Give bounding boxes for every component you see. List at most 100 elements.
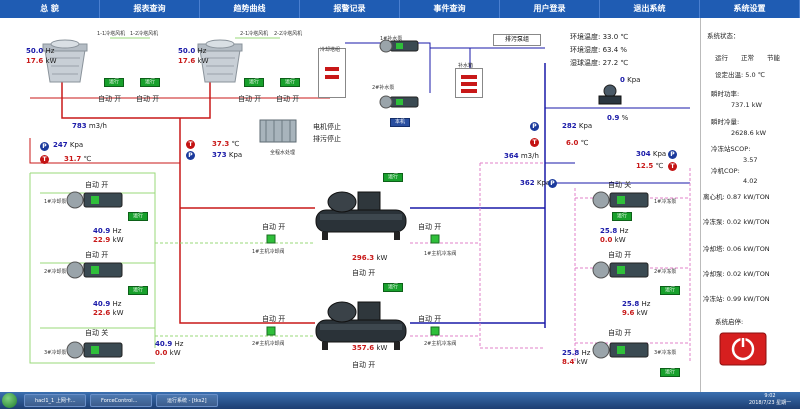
makeup-pump-2[interactable] (378, 94, 423, 110)
cop-label: 冷机COP: (711, 167, 740, 175)
chilled-pump-1-hz: 25.8 Hz (600, 227, 629, 235)
cooling-pump-1-run-button[interactable]: 运行 (128, 212, 148, 221)
tower-tank-label: 冷却塔组 (320, 47, 341, 53)
chiller-1-chilled-valve-label: 1#主机冷冻阀 (424, 251, 457, 257)
local-machine-button[interactable]: 本机 (390, 118, 410, 127)
chilled-pump-3-status: 自动 开 (608, 329, 632, 337)
pressure-indicator-mid: P (186, 151, 195, 160)
menu-trends[interactable]: 趋势曲线 (200, 0, 300, 18)
chiller-1-cooling-valve[interactable] (266, 234, 276, 244)
tower1-fan1-status: 自动 开 (98, 95, 122, 103)
system-status-panel: 系统状态： 运行 正常 节能 设定出温: 5.0 ℃ 瞬时功率: 737.1 k… (700, 18, 800, 392)
system-power-icon[interactable] (719, 332, 767, 366)
drain-pump-group-button[interactable]: 排污泵组 (493, 34, 541, 46)
chilled-pump-3[interactable] (592, 340, 652, 360)
cooling-pump-1-label: 1#冷却泵 (44, 199, 67, 205)
scada-screen: 总 貌 报表查询 趋势曲线 报警记录 事件查询 用户登录 退出系统 系统设置 5… (0, 0, 800, 409)
tower1-fan2-status: 自动 开 (136, 95, 160, 103)
cooling-pump-2-label: 2#冷却泵 (44, 269, 67, 275)
chiller-2-power: 357.6 kW (352, 344, 388, 352)
chiller-1-run-button[interactable]: 运行 (383, 173, 403, 182)
chilled-flow: 364 m3/h (504, 152, 539, 160)
chiller-1-chilled-valve[interactable] (430, 234, 440, 244)
process-canvas: 50.0 Hz 17.6 kW 1-1冷塔风机 1-2冷塔风机 运行 运行 自动… (0, 18, 800, 392)
top-pressure: 0 Kpa (620, 76, 641, 84)
menu-alarms[interactable]: 报警记录 (300, 0, 400, 18)
windows-taskbar: hacl1_1 上网卡... ForceControl... 运行系统 - [t… (0, 392, 800, 409)
cooling-pump-3-label: 3#冷却泵 (44, 350, 67, 356)
cooling-pressure2: 373 Kpa (212, 151, 243, 159)
env-temp: 环境温度: 33.0 ℃ (570, 33, 629, 41)
cooling-pump-2-kw: 22.6 kW (93, 309, 124, 317)
cooling-flow: 783 m3/h (72, 122, 107, 130)
water-treatment-status2: 排污停止 (313, 135, 341, 143)
tower2-fan2-run-button[interactable]: 运行 (280, 78, 300, 87)
chiller-1-status: 自动 开 (352, 269, 376, 277)
scop-value: 3.57 (743, 156, 758, 164)
chilled-pump-3-run-button[interactable]: 运行 (660, 368, 680, 377)
menu-reports[interactable]: 报表查询 (100, 0, 200, 18)
inst-cool: 2628.6 kW (731, 129, 767, 137)
chiller-2-cooling-valve-label: 2#主机冷却阀 (252, 341, 285, 347)
menu-login[interactable]: 用户登录 (500, 0, 600, 18)
start-button[interactable] (2, 393, 17, 408)
chiller-1-chilled-valve-status: 自动 开 (418, 223, 442, 231)
chilled-pump-2[interactable] (592, 260, 652, 280)
chilled-pressure1: 282 Kpa (562, 122, 593, 130)
taskbar-item-2[interactable]: ForceControl... (90, 394, 152, 407)
menu-settings[interactable]: 系统设置 (700, 0, 800, 18)
tower1-kw: 17.6 kW (26, 57, 57, 65)
chiller-2-run-button[interactable]: 运行 (383, 283, 403, 292)
eff-cooling-pump: 冷却泵: 0.02 kW/TON (703, 270, 770, 278)
cooling-pump-3[interactable] (66, 340, 126, 360)
chiller-2-cooling-valve[interactable] (266, 326, 276, 336)
tower-tank (318, 48, 346, 98)
bypass-valve[interactable] (596, 84, 624, 106)
cooling-pump-1[interactable] (66, 190, 126, 210)
chilled-temp1: 6.0 ℃ (566, 139, 589, 147)
makeup-pump-2-label: 2#补水泵 (372, 85, 395, 91)
taskbar-item-1[interactable]: hacl1_1 上网卡... (24, 394, 86, 407)
taskbar-item-3[interactable]: 运行系统 - [tks2] (156, 394, 218, 407)
chilled-pump-1[interactable] (592, 190, 652, 210)
chilled-pump-2-kw: 9.6 kW (622, 309, 648, 317)
chiller-2-status: 自动 开 (352, 361, 376, 369)
chilled-pump-2-status: 自动 开 (608, 251, 632, 259)
cooling-pump-1-hz: 40.9 Hz (93, 227, 122, 235)
eff-centrifugal: 离心机: 0.87 kW/TON (703, 193, 770, 201)
cop-value: 4.02 (743, 177, 758, 185)
chilled-pump-1-kw: 0.0 kW (600, 236, 626, 244)
chilled-pump-1-run-button[interactable]: 运行 (612, 212, 632, 221)
temp-indicator-mid: T (186, 140, 195, 149)
bypass-valve-opening: 0.9 % (607, 114, 629, 122)
chilled-pump-1-status: 自动 关 (608, 181, 632, 189)
tower2-fan1-run-button[interactable]: 运行 (244, 78, 264, 87)
temp-indicator-right3: T (668, 162, 677, 171)
cooling-pump-2-run-button[interactable]: 运行 (128, 286, 148, 295)
tower2-fan2-label: 2-2冷塔风机 (274, 31, 303, 37)
chiller-1-power: 296.3 kW (352, 254, 388, 262)
tower1-fan2-run-button[interactable]: 运行 (140, 78, 160, 87)
chiller-1[interactable] (312, 186, 410, 244)
cooling-pressure: 247 Kpa (53, 141, 84, 149)
water-treatment-status1: 电机停止 (313, 123, 341, 131)
menu-overview[interactable]: 总 貌 (0, 0, 100, 18)
makeup-box (455, 68, 483, 98)
tower1-fan1-run-button[interactable]: 运行 (104, 78, 124, 87)
tower1-fan1-label: 1-1冷塔风机 (97, 31, 126, 37)
pressure-indicator-right2: P (548, 179, 557, 188)
scop-label: 冷冻站SCOP: (711, 145, 751, 153)
chiller-2-chilled-valve-label: 2#主机冷冻阀 (424, 341, 457, 347)
cooling-temp: 31.7 ℃ (64, 155, 92, 163)
menu-events[interactable]: 事件查询 (400, 0, 500, 18)
eff-chilled-pump: 冷冻泵: 0.02 kW/TON (703, 218, 770, 226)
sys-normal-state: 正常 (741, 54, 754, 62)
tower2-fan1-label: 2-1冷塔风机 (240, 31, 269, 37)
chiller-2-chilled-valve[interactable] (430, 326, 440, 336)
cooling-pump-2[interactable] (66, 260, 126, 280)
sys-energy-mode: 节能 (767, 54, 780, 62)
chilled-pump-2-run-button[interactable]: 运行 (660, 286, 680, 295)
tower2-hz: 50.0 Hz (178, 47, 207, 55)
chilled-pump-2-hz: 25.8 Hz (622, 300, 651, 308)
menu-exit[interactable]: 退出系统 (600, 0, 700, 18)
